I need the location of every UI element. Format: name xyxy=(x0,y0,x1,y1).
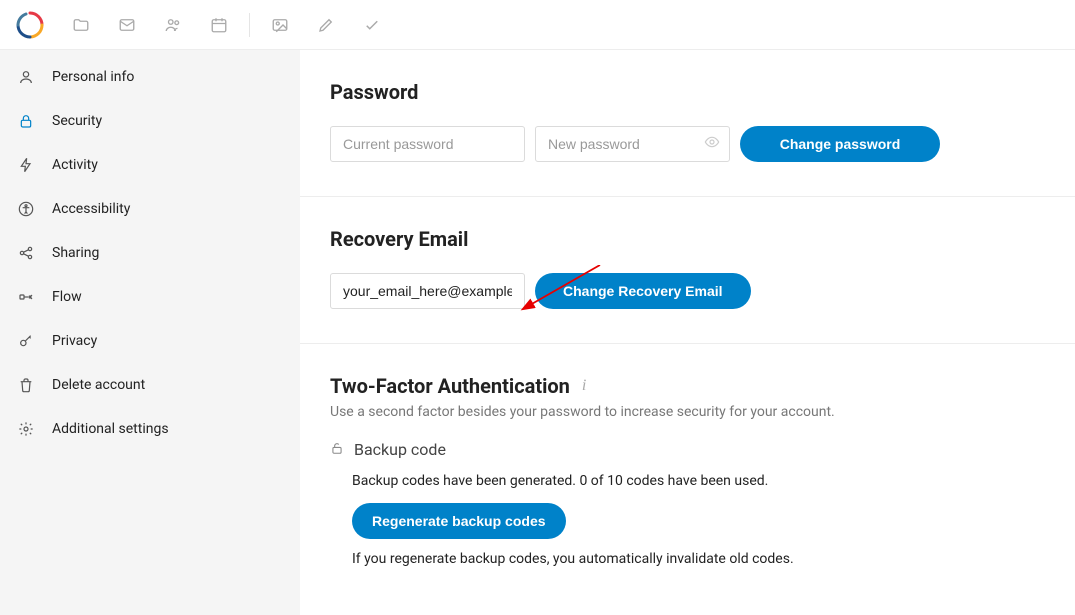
recovery-heading: Recovery Email xyxy=(330,227,1045,251)
recovery-email-input[interactable] xyxy=(330,273,525,309)
password-section: Password Change password xyxy=(300,50,1075,197)
sidebar-item-label: Privacy xyxy=(52,333,97,349)
gear-icon xyxy=(14,421,38,437)
change-recovery-email-button[interactable]: Change Recovery Email xyxy=(535,273,751,309)
sidebar-item-label: Security xyxy=(52,113,102,129)
sidebar-item-additional-settings[interactable]: Additional settings xyxy=(0,407,300,451)
folder-icon[interactable] xyxy=(61,5,101,45)
sidebar-item-personal-info[interactable]: Personal info xyxy=(0,55,300,99)
sidebar-item-label: Accessibility xyxy=(52,201,130,217)
recovery-email-section: Recovery Email Change Recovery Email xyxy=(300,197,1075,344)
bolt-icon xyxy=(14,157,38,173)
sidebar-item-flow[interactable]: Flow xyxy=(0,275,300,319)
topbar xyxy=(0,0,1075,50)
sidebar-item-privacy[interactable]: Privacy xyxy=(0,319,300,363)
mail-icon[interactable] xyxy=(107,5,147,45)
calendar-icon[interactable] xyxy=(199,5,239,45)
backup-code-status: Backup codes have been generated. 0 of 1… xyxy=(352,473,1045,489)
key-icon xyxy=(14,333,38,349)
main-content: Password Change password Recovery Email xyxy=(300,50,1075,615)
sidebar-item-label: Personal info xyxy=(52,69,134,85)
change-password-button[interactable]: Change password xyxy=(740,126,940,162)
sidebar-item-label: Activity xyxy=(52,157,98,173)
trash-icon xyxy=(14,377,38,393)
app-logo[interactable] xyxy=(15,10,45,40)
lock-open-icon xyxy=(330,440,344,459)
sidebar-item-label: Sharing xyxy=(52,245,99,261)
accessibility-icon xyxy=(14,201,38,217)
sidebar-item-label: Additional settings xyxy=(52,421,169,437)
contacts-icon[interactable] xyxy=(153,5,193,45)
regenerate-backup-codes-button[interactable]: Regenerate backup codes xyxy=(352,503,566,539)
info-icon[interactable]: i xyxy=(582,377,586,395)
edit-icon[interactable] xyxy=(306,5,346,45)
sidebar-item-label: Flow xyxy=(52,289,82,305)
share-icon xyxy=(14,245,38,261)
photos-icon[interactable] xyxy=(260,5,300,45)
twofa-section: Two-Factor Authentication i Use a second… xyxy=(300,344,1075,615)
sidebar-item-label: Delete account xyxy=(52,377,145,393)
sidebar-item-sharing[interactable]: Sharing xyxy=(0,231,300,275)
user-icon xyxy=(14,69,38,85)
twofa-heading: Two-Factor Authentication xyxy=(330,374,570,398)
new-password-input[interactable] xyxy=(535,126,730,162)
sidebar-item-delete-account[interactable]: Delete account xyxy=(0,363,300,407)
current-password-input[interactable] xyxy=(330,126,525,162)
sidebar-item-accessibility[interactable]: Accessibility xyxy=(0,187,300,231)
check-icon[interactable] xyxy=(352,5,392,45)
sidebar-item-security[interactable]: Security xyxy=(0,99,300,143)
twofa-description: Use a second factor besides your passwor… xyxy=(330,404,1045,420)
flow-icon xyxy=(14,289,38,305)
topbar-divider xyxy=(249,13,250,37)
regenerate-note: If you regenerate backup codes, you auto… xyxy=(352,551,1045,567)
lock-icon xyxy=(14,113,38,129)
password-heading: Password xyxy=(330,80,1045,104)
sidebar: Personal info Security Activity Accessib… xyxy=(0,50,300,615)
sidebar-item-activity[interactable]: Activity xyxy=(0,143,300,187)
backup-code-heading: Backup code xyxy=(354,440,446,459)
backup-code-heading-row: Backup code xyxy=(330,440,1045,459)
